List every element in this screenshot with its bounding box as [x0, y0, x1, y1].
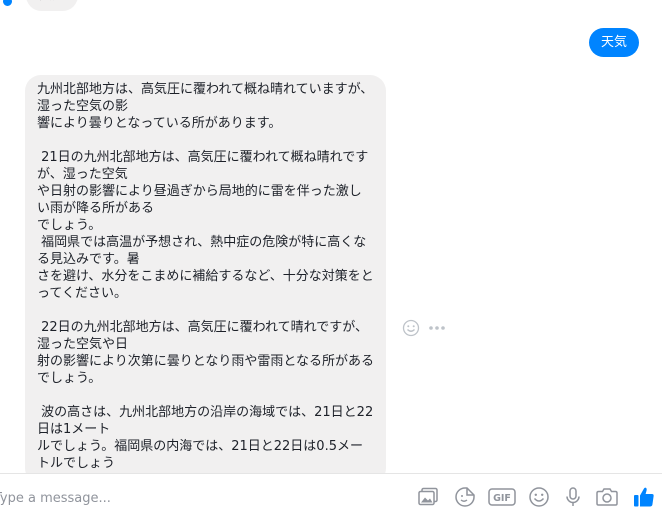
message-input[interactable] — [0, 487, 256, 509]
like-icon[interactable] — [631, 486, 657, 508]
read-receipt-icon — [2, 0, 13, 7]
message-actions — [402, 318, 446, 338]
sticker-icon[interactable] — [453, 486, 477, 508]
gif-icon[interactable]: GIF — [488, 486, 516, 508]
incoming-message-bubble: 九州北部地方は、高気圧に覆われて概ね晴れていますが、湿った空気の影 響により曇り… — [25, 75, 386, 473]
previous-message-bubble: 天気 — [26, 0, 78, 11]
camera-icon[interactable] — [595, 486, 619, 508]
outgoing-message-bubble: 天気 — [588, 28, 639, 57]
message-list[interactable]: 天気 天気 九州北部地方は、高気圧に覆われて概ね晴れていますが、湿った空気の影 … — [0, 0, 662, 473]
more-icon[interactable] — [428, 325, 446, 331]
emoji-icon[interactable] — [402, 319, 420, 337]
read-receipt-avatar — [0, 0, 16, 10]
microphone-icon[interactable] — [561, 486, 585, 508]
emoji-icon[interactable] — [527, 486, 551, 508]
gif-label: GIF — [493, 493, 511, 504]
image-icon[interactable] — [416, 486, 440, 508]
message-composer: GIF — [0, 473, 662, 519]
